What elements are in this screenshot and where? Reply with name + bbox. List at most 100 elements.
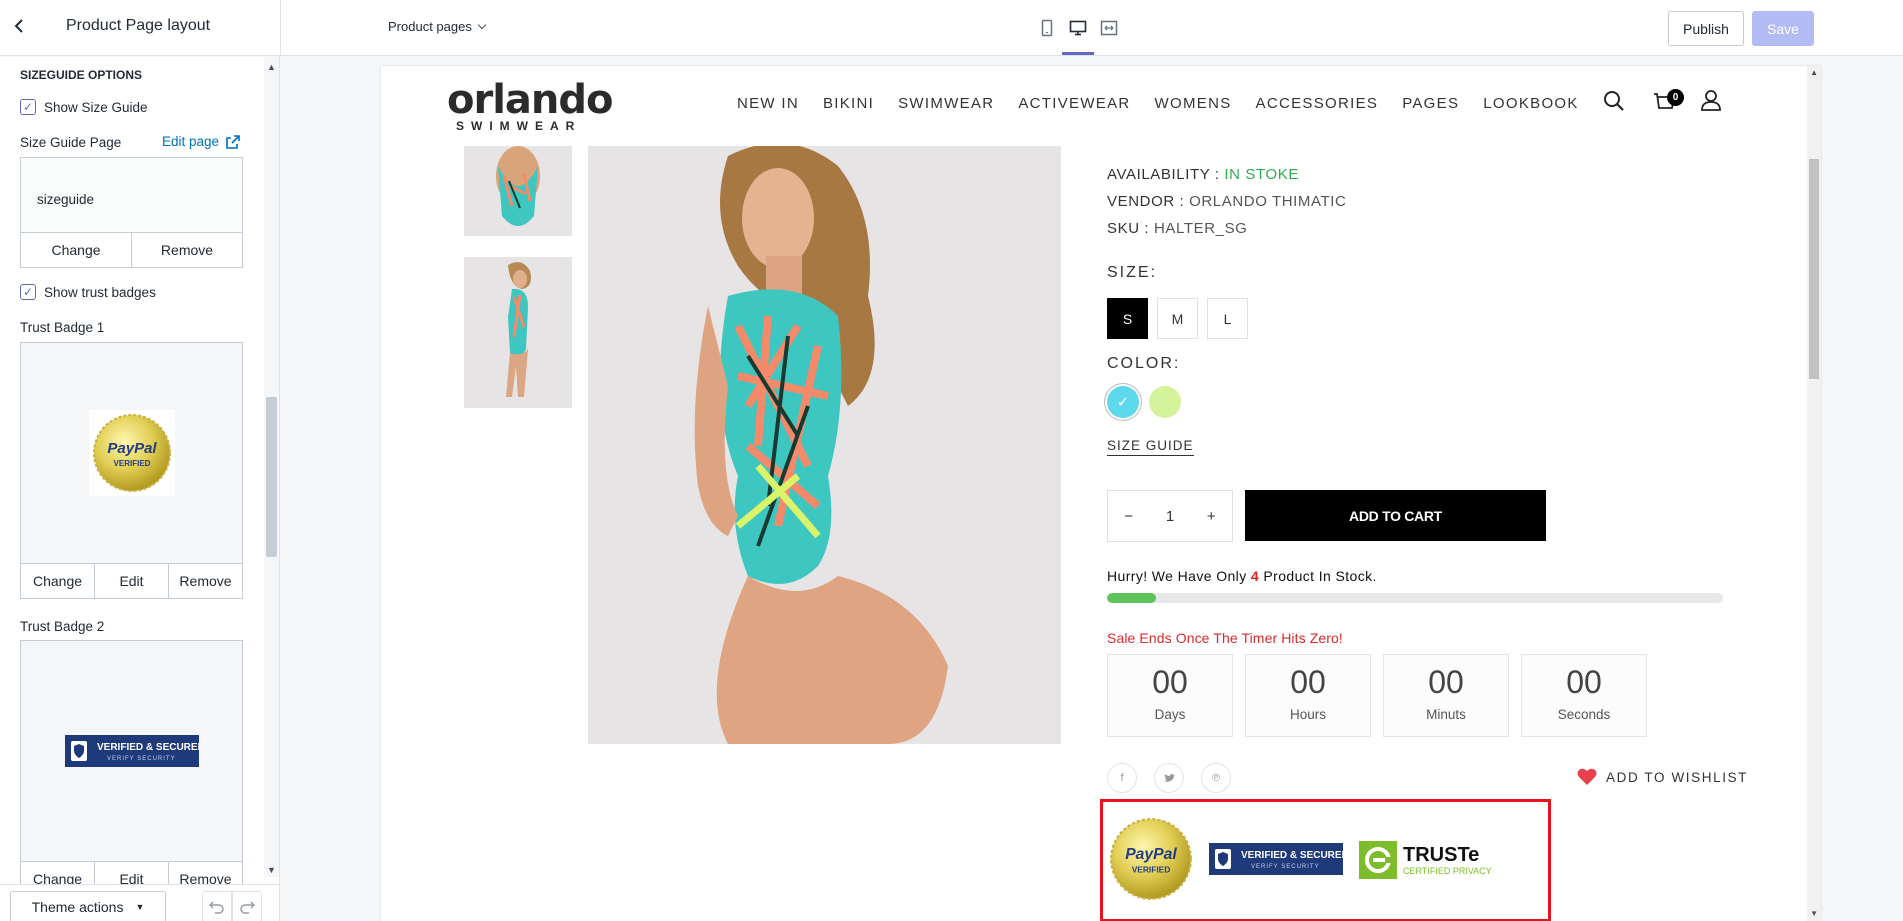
availability-label: AVAILABILITY : bbox=[1107, 166, 1220, 183]
checkmark-icon[interactable]: ✓ bbox=[20, 99, 36, 115]
sidebar-footer: Theme actions ▼ bbox=[0, 884, 279, 921]
remove-button[interactable]: Remove bbox=[132, 233, 242, 267]
store-logo[interactable]: orlando bbox=[447, 80, 613, 120]
availability-row: AVAILABILITY : IN STOKE bbox=[1107, 166, 1299, 183]
caret-down-icon: ▼ bbox=[135, 902, 145, 912]
product-main-image[interactable] bbox=[588, 146, 1061, 744]
edit-button[interactable]: Edit bbox=[95, 564, 169, 598]
save-button[interactable]: Save bbox=[1752, 11, 1814, 46]
plus-icon[interactable]: + bbox=[1201, 508, 1222, 525]
change-button[interactable]: Change bbox=[21, 564, 95, 598]
preview-scrollbar-thumb[interactable] bbox=[1809, 159, 1819, 379]
vendor-label: VENDOR : bbox=[1107, 193, 1185, 210]
checkmark-icon[interactable]: ✓ bbox=[20, 284, 36, 300]
size-title: SIZE: bbox=[1107, 264, 1158, 281]
nav-item-lookbook[interactable]: LOOKBOOK bbox=[1483, 95, 1578, 112]
paypal-verified-text: VERIFIED bbox=[113, 459, 150, 468]
undo-icon[interactable] bbox=[202, 891, 232, 921]
scroll-down-arrow-icon[interactable]: ▼ bbox=[1810, 909, 1818, 918]
timer-hours-value: 00 bbox=[1290, 664, 1326, 700]
sidebar-scrollbar-thumb[interactable] bbox=[266, 397, 277, 557]
show-size-guide-checkbox[interactable]: ✓ Show Size Guide bbox=[20, 99, 148, 115]
timer-days-value: 00 bbox=[1152, 664, 1188, 700]
add-to-wishlist-button[interactable]: ADD TO WISHLIST bbox=[1577, 768, 1748, 786]
stock-prefix: Hurry! We Have Only bbox=[1107, 568, 1247, 584]
page-selector[interactable]: Product pages bbox=[388, 19, 487, 34]
fullscreen-view-icon[interactable] bbox=[1097, 16, 1121, 40]
back-arrow-icon[interactable] bbox=[13, 17, 29, 37]
timer-hours: 00 Hours bbox=[1245, 654, 1371, 737]
scroll-down-arrow-icon[interactable]: ▼ bbox=[267, 865, 276, 875]
redo-icon[interactable] bbox=[232, 891, 262, 921]
verified-secured-text: VERIFIED & SECURED bbox=[97, 742, 199, 753]
product-thumbnail[interactable] bbox=[464, 146, 572, 236]
theme-actions-button[interactable]: Theme actions ▼ bbox=[10, 891, 166, 921]
store-preview: orlando SWIMWEAR NEW IN BIKINI SWIMWEAR … bbox=[381, 66, 1821, 921]
stock-suffix: Product In Stock. bbox=[1263, 568, 1377, 584]
timer-minutes-unit: Minuts bbox=[1426, 707, 1466, 722]
theme-actions-label: Theme actions bbox=[31, 899, 124, 915]
nav-item-bikini[interactable]: BIKINI bbox=[823, 95, 874, 112]
minus-icon[interactable]: − bbox=[1118, 508, 1139, 525]
color-title: COLOR: bbox=[1107, 355, 1181, 372]
size-guide-page-card: sizeguide bbox=[20, 157, 243, 233]
active-view-indicator bbox=[1062, 52, 1094, 55]
scroll-up-arrow-icon[interactable]: ▲ bbox=[267, 62, 276, 72]
external-link-icon[interactable] bbox=[226, 135, 240, 149]
desktop-view-icon[interactable] bbox=[1066, 16, 1090, 40]
product-thumbnail[interactable] bbox=[464, 257, 572, 408]
size-guide-link[interactable]: SIZE GUIDE bbox=[1107, 438, 1194, 456]
timer-seconds: 00 Seconds bbox=[1521, 654, 1647, 737]
nav-item-womens[interactable]: WOMENS bbox=[1155, 95, 1232, 112]
size-guide-page-label: Size Guide Page bbox=[20, 135, 122, 150]
topbar-divider bbox=[280, 0, 281, 56]
wishlist-label: ADD TO WISHLIST bbox=[1606, 769, 1749, 785]
timer-minutes: 00 Minuts bbox=[1383, 654, 1509, 737]
quantity-stepper: − 1 + bbox=[1107, 490, 1233, 542]
facebook-icon[interactable]: f bbox=[1107, 763, 1137, 793]
sku-value: HALTER_SG bbox=[1153, 220, 1248, 237]
mobile-view-icon[interactable] bbox=[1035, 16, 1059, 40]
model-photo bbox=[588, 146, 1061, 744]
checkmark-icon: ✓ bbox=[1116, 394, 1130, 411]
remove-button[interactable]: Remove bbox=[169, 564, 242, 598]
sku-row: SKU : HALTER_SG bbox=[1107, 220, 1247, 237]
size-option-m[interactable]: M bbox=[1157, 298, 1198, 339]
stock-count: 4 bbox=[1250, 568, 1260, 584]
edit-page-link[interactable]: Edit page bbox=[162, 134, 219, 149]
timer-minutes-value: 00 bbox=[1428, 664, 1464, 700]
add-to-cart-button[interactable]: ADD TO CART bbox=[1245, 490, 1546, 541]
nav-item-swimwear[interactable]: SWIMWEAR bbox=[898, 95, 994, 112]
trust-badge-1-preview[interactable]: PayPal VERIFIED bbox=[20, 342, 243, 564]
size-option-s[interactable]: S bbox=[1107, 298, 1148, 339]
store-logo-subtitle: SWIMWEAR bbox=[456, 119, 582, 133]
size-option-l[interactable]: L bbox=[1207, 298, 1248, 339]
publish-button[interactable]: Publish bbox=[1668, 11, 1744, 46]
thumbnail-image bbox=[464, 257, 572, 408]
cart-count-badge: 0 bbox=[1667, 89, 1684, 106]
stock-message: Hurry! We Have Only 4 Product In Stock. bbox=[1107, 568, 1377, 584]
search-icon[interactable] bbox=[1603, 90, 1625, 115]
nav-item-accessories[interactable]: ACCESSORIES bbox=[1256, 95, 1379, 112]
trust-badge-2-preview[interactable]: VERIFIED & SECURED VERIFY SECURITY bbox=[20, 640, 243, 862]
paypal-verified-text: VERIFIED bbox=[1132, 865, 1171, 875]
nav-item-new-in[interactable]: NEW IN bbox=[737, 95, 799, 112]
timer-days-unit: Days bbox=[1154, 707, 1186, 722]
paypal-verified-badge: PayPal VERIFIED bbox=[1110, 818, 1192, 900]
account-icon[interactable] bbox=[1700, 89, 1722, 114]
show-trust-badges-checkbox[interactable]: ✓ Show trust badges bbox=[20, 284, 156, 300]
size-guide-page-value: sizeguide bbox=[37, 192, 95, 207]
twitter-icon[interactable] bbox=[1154, 763, 1184, 793]
color-swatch-aqua[interactable]: ✓ bbox=[1107, 386, 1139, 418]
pinterest-icon[interactable]: ℗ bbox=[1201, 763, 1231, 793]
nav-item-pages[interactable]: PAGES bbox=[1402, 95, 1459, 112]
verified-secured-image: VERIFIED & SECURED VERIFY SECURITY bbox=[64, 735, 199, 767]
verified-secured-badge: VERIFIED & SECURED VERIFY SECURITY bbox=[1209, 843, 1343, 875]
quantity-value[interactable]: 1 bbox=[1160, 508, 1180, 525]
change-button[interactable]: Change bbox=[21, 233, 132, 267]
scroll-up-arrow-icon[interactable]: ▲ bbox=[1810, 68, 1818, 77]
nav-item-activewear[interactable]: ACTIVEWEAR bbox=[1018, 95, 1130, 112]
verify-security-text: VERIFY SECURITY bbox=[1251, 864, 1320, 870]
color-swatch-lime[interactable] bbox=[1149, 386, 1181, 418]
trust-badge-1-label: Trust Badge 1 bbox=[20, 320, 105, 335]
